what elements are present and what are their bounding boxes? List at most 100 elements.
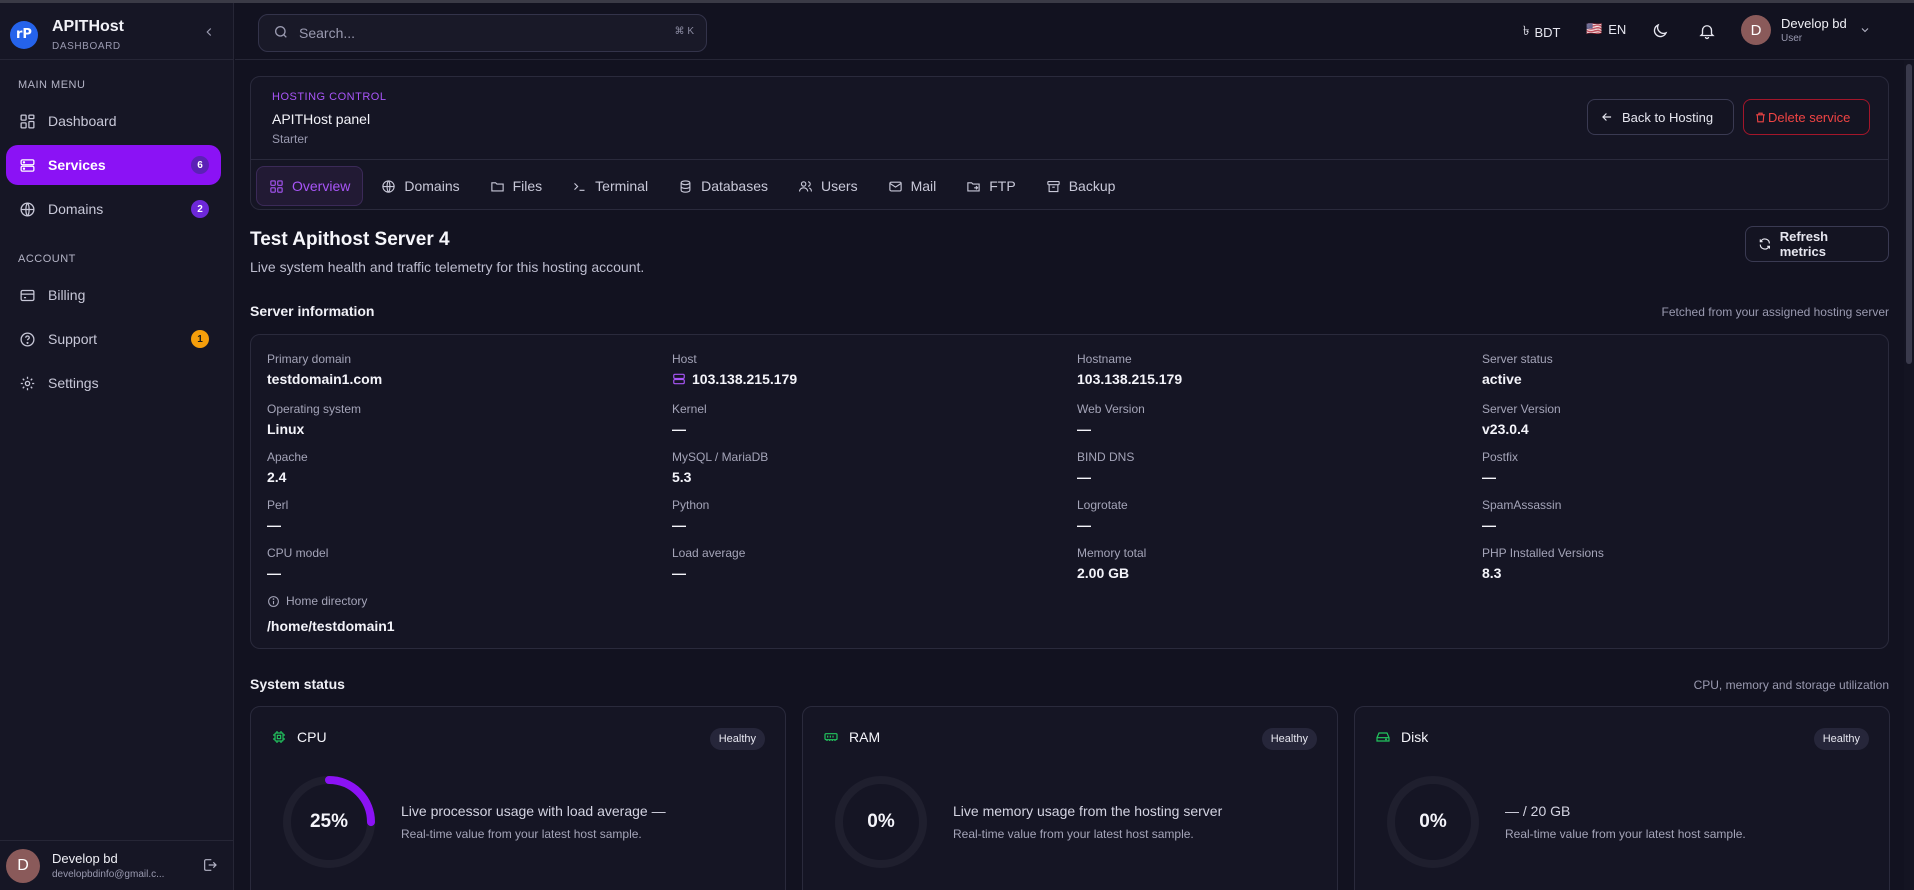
topbar: ⌘ K ৳ BDT 🇺🇸 EN D Develop bd User: [235, 3, 1914, 60]
tab-databases[interactable]: Databases: [666, 166, 780, 206]
info-icon: [268, 595, 279, 607]
tab-backup[interactable]: Backup: [1034, 166, 1128, 206]
credit-card-icon: [18, 286, 36, 304]
currency-symbol: ৳: [1523, 23, 1530, 38]
field-label: BIND DNS: [1077, 450, 1135, 464]
language-selector[interactable]: 🇺🇸 EN: [1586, 22, 1626, 37]
field-label: Python: [672, 498, 710, 512]
help-circle-icon: [18, 330, 36, 348]
field-server-version: Server Version v23.0.4: [1482, 402, 1561, 437]
server-information-title: Server information: [250, 303, 375, 319]
field-value: —: [267, 517, 281, 533]
hosting-tabs: Overview Domains Files Terminal Database…: [256, 166, 1133, 206]
sidebar-item-dashboard[interactable]: Dashboard: [6, 101, 221, 141]
user-menu[interactable]: D Develop bd User: [1741, 15, 1871, 45]
field-value: —: [1482, 517, 1496, 533]
metric-name: Disk: [1401, 729, 1429, 745]
back-to-hosting-label: Back to Hosting: [1622, 109, 1714, 125]
panel-title: APITHost panel: [272, 111, 371, 127]
search-box[interactable]: ⌘ K: [258, 14, 707, 52]
field-value: Linux: [267, 421, 305, 437]
field-label: Logrotate: [1077, 498, 1128, 512]
sidebar-user-email: developbdinfo@gmail.c...: [52, 869, 165, 880]
domains-count-badge: 2: [191, 200, 209, 218]
notifications-button[interactable]: [1698, 22, 1716, 40]
field-value: 2.00 GB: [1077, 565, 1130, 581]
field-php-versions: PHP Installed Versions 8.3: [1482, 546, 1604, 581]
tab-users[interactable]: Users: [786, 166, 870, 206]
field-value: —: [1077, 517, 1091, 533]
theme-toggle-button[interactable]: [1651, 22, 1669, 40]
sidebar-item-support[interactable]: Support 1: [6, 319, 221, 359]
logout-icon[interactable]: [202, 857, 218, 876]
metric-description: — / 20 GB: [1505, 803, 1571, 819]
status-badge: Healthy: [1813, 728, 1869, 750]
field-label: Kernel: [672, 402, 707, 416]
cpu-icon: [273, 731, 285, 743]
field-label: Home directory: [267, 594, 395, 608]
field-cpu-model: CPU model —: [267, 546, 328, 581]
terminal-icon: [574, 182, 585, 191]
tab-domains[interactable]: Domains: [369, 166, 471, 206]
sidebar-item-label: Domains: [48, 201, 104, 217]
sidebar-item-label: Support: [48, 331, 98, 347]
currency-selector[interactable]: ৳ BDT: [1523, 22, 1560, 43]
metric-name: RAM: [849, 729, 881, 745]
status-badge: Healthy: [1261, 728, 1317, 750]
metric-header: CPU: [271, 729, 327, 745]
field-value: 103.138.215.179: [1077, 371, 1183, 387]
system-status-note: CPU, memory and storage utilization: [1693, 678, 1889, 692]
tab-label: FTP: [989, 178, 1016, 194]
field-label: Primary domain: [267, 352, 352, 366]
metric-header: RAM: [823, 729, 880, 745]
field-value: v23.0.4: [1482, 421, 1529, 437]
brand-subtitle: DASHBOARD: [52, 41, 121, 52]
brand-name: APITHost: [52, 18, 124, 35]
tab-ftp[interactable]: FTP: [954, 166, 1027, 206]
status-badge: Healthy: [709, 728, 765, 750]
field-label: CPU model: [267, 546, 329, 560]
field-value: —: [672, 565, 686, 581]
page-subtitle: Live system health and traffic telemetry…: [250, 259, 645, 275]
field-label: Server status: [1482, 352, 1553, 366]
field-server-status: Server status active: [1482, 352, 1553, 387]
tab-files[interactable]: Files: [478, 166, 555, 206]
trash-icon: [1756, 112, 1765, 122]
metric-description: Live processor usage with load average —: [401, 803, 666, 819]
field-apache: Apache 2.4: [267, 450, 308, 485]
sidebar-divider: [0, 59, 234, 60]
field-host: Host 103.138.215.179: [672, 352, 797, 387]
user-name: Develop bd: [1781, 16, 1847, 31]
search-input[interactable]: [299, 25, 659, 41]
sidebar-item-label: Dashboard: [48, 113, 117, 129]
brand[interactable]: rP APITHost DASHBOARD: [10, 17, 124, 52]
services-count-badge: 6: [191, 156, 209, 174]
tab-mail[interactable]: Mail: [876, 166, 949, 206]
server-information-card: Primary domain testdomain1.com Host 103.…: [250, 334, 1889, 649]
refresh-metrics-button[interactable]: Refresh metrics: [1745, 226, 1889, 262]
delete-service-button[interactable]: Delete service: [1743, 99, 1870, 135]
sidebar-item-domains[interactable]: Domains 2: [6, 189, 221, 229]
globe-icon: [18, 200, 36, 218]
tab-label: Users: [821, 178, 858, 194]
field-label: Hostname: [1077, 352, 1132, 366]
field-label: Operating system: [267, 402, 362, 416]
server-icon: [673, 373, 685, 385]
collapse-sidebar-button[interactable]: [200, 25, 218, 43]
sidebar-user-name: Develop bd: [52, 851, 118, 866]
sidebar-user-profile[interactable]: D Develop bd developbdinfo@gmail.c...: [0, 840, 234, 890]
sidebar-item-billing[interactable]: Billing: [6, 275, 221, 315]
field-value: —: [1077, 469, 1091, 485]
metric-name: CPU: [297, 729, 327, 745]
sidebar-item-label: Billing: [48, 287, 86, 303]
back-to-hosting-button[interactable]: Back to Hosting: [1587, 99, 1734, 135]
field-label: Apache: [267, 450, 308, 464]
tab-terminal[interactable]: Terminal: [560, 166, 660, 206]
tab-overview[interactable]: Overview: [256, 166, 364, 206]
sidebar-item-services[interactable]: Services 6: [6, 145, 221, 185]
field-value: 5.3: [672, 469, 692, 485]
sidebar-item-settings[interactable]: Settings: [6, 363, 221, 403]
field-value: —: [1482, 469, 1496, 485]
page-scrollbar-thumb[interactable]: [1906, 64, 1912, 364]
field-value: —: [1077, 421, 1091, 437]
